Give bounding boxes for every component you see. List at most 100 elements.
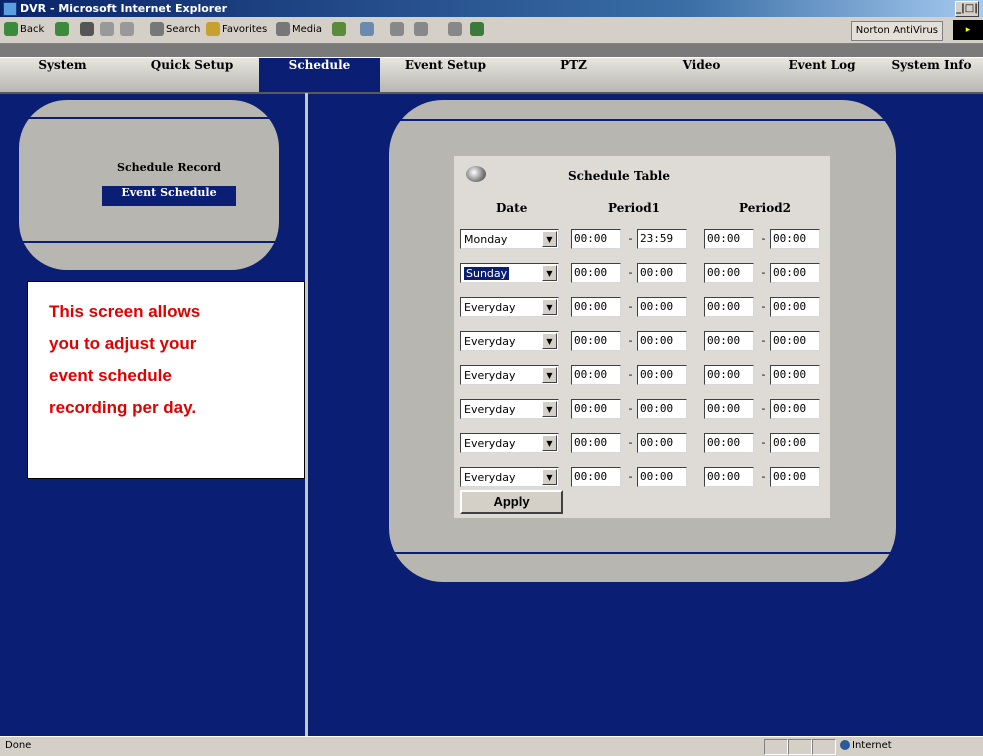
edit-icon	[414, 22, 428, 36]
browser-toolbar: Back Search Favorites Media Norton AntiV…	[0, 17, 983, 44]
refresh-button[interactable]	[100, 22, 116, 38]
favorites-icon	[206, 22, 220, 36]
period2-end-field[interactable]: 00:00	[770, 263, 820, 283]
day-select[interactable]: Everyday ▼	[460, 467, 559, 487]
stop-button[interactable]	[80, 22, 96, 38]
period1-start-field[interactable]: 00:00	[571, 467, 621, 487]
search-icon	[150, 22, 164, 36]
schedule-row: Everyday ▼ 00:00-00:00 00:00-00:00	[454, 467, 830, 489]
period2-start-field[interactable]: 00:00	[704, 331, 754, 351]
forward-arrow-icon	[55, 22, 69, 36]
period2-end-field[interactable]: 00:00	[770, 331, 820, 351]
dropdown-arrow-icon[interactable]: ▼	[542, 401, 557, 417]
forward-button[interactable]	[55, 22, 71, 38]
day-select[interactable]: Everyday ▼	[460, 365, 559, 385]
day-select[interactable]: Everyday ▼	[460, 433, 559, 453]
nav-event-log[interactable]: Event Log	[767, 58, 877, 92]
period1-end-field[interactable]: 00:00	[637, 399, 687, 419]
media-button[interactable]: Media	[276, 22, 322, 38]
period1-end-field[interactable]: 00:00	[637, 331, 687, 351]
apply-button[interactable]: Apply	[460, 490, 563, 514]
nav-system[interactable]: System	[0, 58, 125, 92]
stop-icon	[80, 22, 94, 36]
period2-separator: -	[761, 266, 766, 279]
radio-button-icon[interactable]	[466, 166, 486, 182]
favorites-button[interactable]: Favorites	[206, 22, 267, 38]
dropdown-arrow-icon[interactable]: ▼	[542, 333, 557, 349]
period2-end-field[interactable]: 00:00	[770, 229, 820, 249]
period2-start-field[interactable]: 00:00	[704, 297, 754, 317]
dropdown-arrow-icon[interactable]: ▼	[542, 231, 557, 247]
period1-end-field[interactable]: 00:00	[637, 365, 687, 385]
print-button[interactable]	[390, 22, 406, 38]
period1-end-field[interactable]: 00:00	[637, 433, 687, 453]
period1-start-field[interactable]: 00:00	[571, 297, 621, 317]
period2-separator: -	[761, 334, 766, 347]
period1-start-field[interactable]: 00:00	[571, 399, 621, 419]
day-select[interactable]: Everyday ▼	[460, 399, 559, 419]
dropdown-arrow-icon[interactable]: ▼	[542, 265, 557, 281]
day-select[interactable]: Monday ▼	[460, 229, 559, 249]
status-segment	[788, 739, 812, 755]
main-nav: System Quick Setup Schedule Event Setup …	[0, 57, 983, 94]
main-top-line	[389, 119, 896, 121]
nav-system-info[interactable]: System Info	[880, 58, 983, 92]
dropdown-arrow-icon[interactable]: ▼	[542, 469, 557, 485]
info-line-4: recording per day.	[49, 398, 197, 417]
menu-event-schedule[interactable]: Event Schedule	[102, 186, 236, 206]
status-segment	[764, 739, 788, 755]
period2-end-field[interactable]: 00:00	[770, 297, 820, 317]
nav-ptz[interactable]: PTZ	[511, 58, 636, 92]
period2-start-field[interactable]: 00:00	[704, 467, 754, 487]
norton-antivirus-button[interactable]: Norton AntiVirus	[850, 21, 943, 41]
status-segment	[812, 739, 836, 755]
main-bottom-line	[389, 552, 896, 554]
period2-start-field[interactable]: 00:00	[704, 433, 754, 453]
period1-separator: -	[628, 266, 633, 279]
period2-start-field[interactable]: 00:00	[704, 263, 754, 283]
messenger-button[interactable]	[470, 22, 486, 38]
menu-schedule-record[interactable]: Schedule Record	[102, 161, 236, 181]
period2-start-field[interactable]: 00:00	[704, 229, 754, 249]
period2-end-field[interactable]: 00:00	[770, 399, 820, 419]
period2-end-field[interactable]: 00:00	[770, 467, 820, 487]
dropdown-arrow-icon[interactable]: ▼	[542, 435, 557, 451]
period2-end-field[interactable]: 00:00	[770, 433, 820, 453]
day-select[interactable]: Everyday ▼	[460, 297, 559, 317]
schedule-row: Monday ▼ 00:00-23:59 00:00-00:00	[454, 229, 830, 251]
period1-separator: -	[628, 368, 633, 381]
discuss-button[interactable]	[448, 22, 464, 38]
back-button[interactable]: Back	[4, 22, 44, 38]
home-button[interactable]	[120, 22, 136, 38]
nav-quick-setup[interactable]: Quick Setup	[128, 58, 256, 92]
day-select[interactable]: Everyday ▼	[460, 331, 559, 351]
period1-end-field[interactable]: 00:00	[637, 297, 687, 317]
home-icon	[120, 22, 134, 36]
dropdown-arrow-icon[interactable]: ▼	[542, 367, 557, 383]
period1-start-field[interactable]: 00:00	[571, 263, 621, 283]
nav-schedule[interactable]: Schedule	[259, 58, 380, 92]
search-button[interactable]: Search	[150, 22, 200, 38]
window-controls[interactable]: _|□|	[955, 1, 979, 17]
period1-separator: -	[628, 436, 633, 449]
edit-button[interactable]	[414, 22, 430, 38]
period1-start-field[interactable]: 00:00	[571, 365, 621, 385]
period2-end-field[interactable]: 00:00	[770, 365, 820, 385]
nav-video[interactable]: Video	[639, 58, 764, 92]
period1-start-field[interactable]: 00:00	[571, 433, 621, 453]
submenu-bottom-line	[19, 241, 279, 243]
period1-start-field[interactable]: 00:00	[571, 331, 621, 351]
nav-event-setup[interactable]: Event Setup	[383, 58, 508, 92]
day-select[interactable]: Sunday ▼	[460, 263, 559, 283]
mail-button[interactable]	[360, 22, 376, 38]
period1-end-field[interactable]: 00:00	[637, 263, 687, 283]
period1-end-field[interactable]: 23:59	[637, 229, 687, 249]
dropdown-arrow-icon[interactable]: ▼	[542, 299, 557, 315]
period2-separator: -	[761, 470, 766, 483]
period2-start-field[interactable]: 00:00	[704, 365, 754, 385]
history-button[interactable]	[332, 22, 348, 38]
period1-start-field[interactable]: 00:00	[571, 229, 621, 249]
period1-end-field[interactable]: 00:00	[637, 467, 687, 487]
ie-icon	[3, 2, 17, 16]
period2-start-field[interactable]: 00:00	[704, 399, 754, 419]
